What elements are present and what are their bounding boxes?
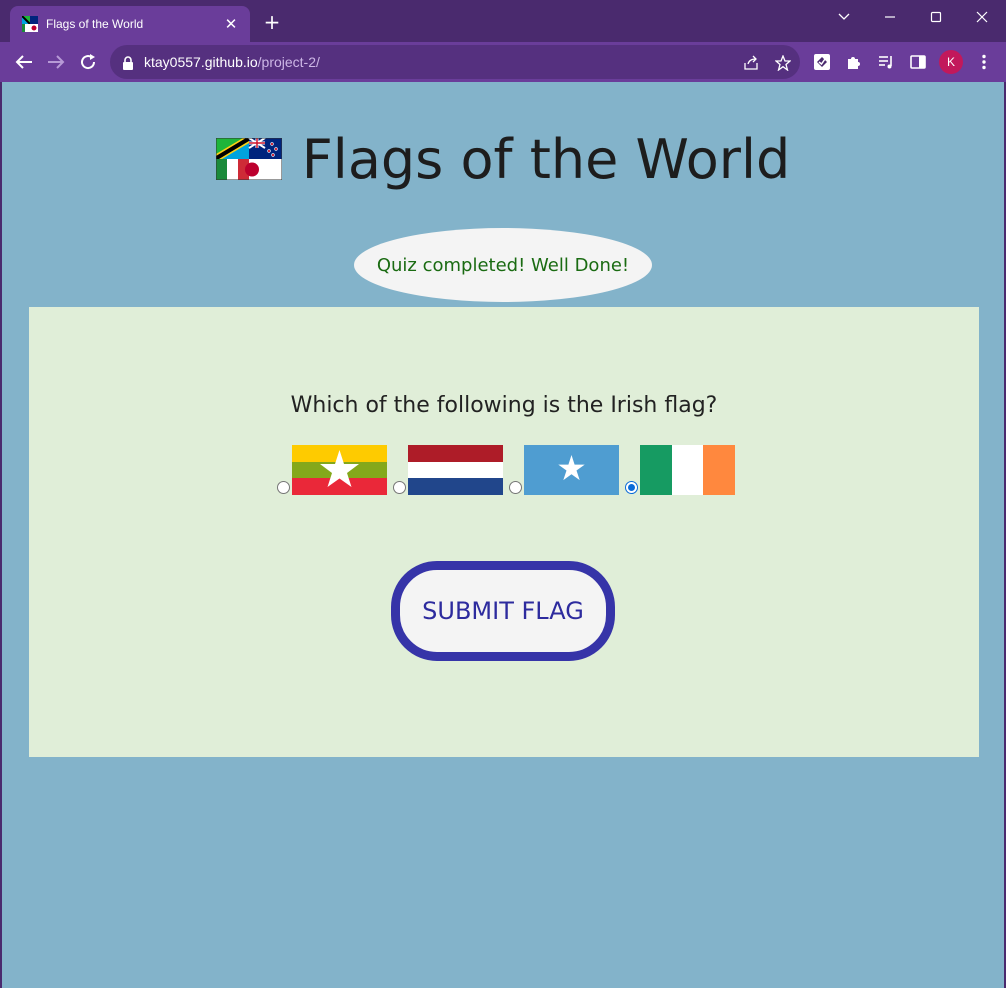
answer-radio-3[interactable] [509,481,522,494]
lock-icon[interactable] [122,55,134,74]
browser-toolbar: ktay0557.github.io/project-2/ K [0,42,1006,82]
close-window-button[interactable] [959,4,1005,30]
submit-flag-button[interactable]: SUBMIT FLAG [391,561,615,661]
page-title: Flags of the World [301,127,791,191]
browser-tab[interactable]: Flags of the World ✕ [10,6,250,42]
score-message: Quiz completed! Well Done! [376,254,630,276]
page-viewport: Flags of the World Quiz completed! Well … [2,82,1004,988]
tab-close-icon[interactable]: ✕ [222,15,240,33]
answer-radio-4[interactable] [625,481,638,494]
reload-icon[interactable] [76,50,100,74]
ireland-flag-icon[interactable] [640,445,735,495]
address-bar[interactable]: ktay0557.github.io/project-2/ [110,45,800,79]
myanmar-flag-icon[interactable] [292,445,387,495]
score-message-bubble: Quiz completed! Well Done! [354,228,652,302]
somalia-flag-icon[interactable] [524,445,619,495]
answer-radio-1[interactable] [277,481,290,494]
puzzle-extensions-icon[interactable] [844,52,864,72]
new-tab-button[interactable]: + [262,12,282,32]
minimize-button[interactable] [867,4,913,30]
extension-icon[interactable] [812,52,832,72]
browser-titlebar: Flags of the World ✕ + [0,0,1006,42]
flags-favicon-icon [21,15,38,32]
maximize-button[interactable] [913,4,959,30]
url-host: ktay0557.github.io [144,54,258,70]
netherlands-flag-icon[interactable] [408,445,503,495]
profile-avatar[interactable]: K [939,50,963,74]
side-panel-icon[interactable] [908,52,928,72]
share-icon[interactable] [742,54,760,72]
url-path: /project-2/ [257,54,320,70]
back-arrow-icon[interactable] [12,50,36,74]
forward-arrow-icon[interactable] [44,50,68,74]
tab-search-chevron-icon[interactable] [821,4,867,30]
question-text: Which of the following is the Irish flag… [290,393,718,418]
page-header: Flags of the World [2,122,1004,196]
url-text: ktay0557.github.io/project-2/ [144,54,320,70]
media-controls-icon[interactable] [876,52,896,72]
flags-logo-icon [215,137,283,181]
bookmark-star-icon[interactable] [774,54,792,72]
tab-title: Flags of the World [46,17,144,31]
answer-radio-2[interactable] [393,481,406,494]
browser-menu-icon[interactable] [974,52,994,72]
quiz-area: Which of the following is the Irish flag… [29,307,979,757]
